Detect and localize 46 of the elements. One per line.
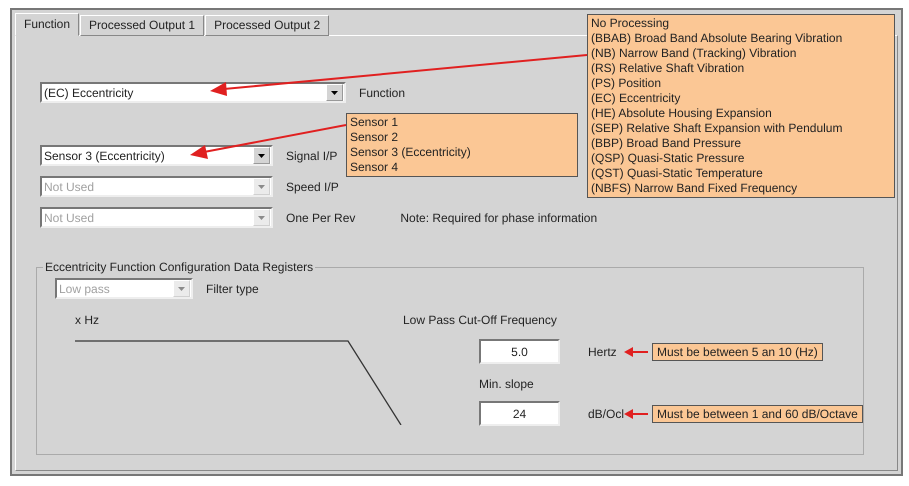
unit-label: dB/Ocl (588, 406, 624, 420)
value-input[interactable]: 24 (479, 401, 560, 426)
value-input[interactable]: 5.0 (479, 339, 560, 364)
section-label: Low Pass Cut-Off Frequency (403, 313, 558, 327)
tab[interactable]: Function (15, 13, 80, 36)
option-text: (BBP) Broad Band Pressure (591, 136, 742, 151)
callout-note: Must be between 1 and 60 dB/Octave (652, 404, 863, 422)
option-text: (HE) Absolute Housing Expansion (591, 106, 773, 121)
dropdown-caret-icon[interactable] (326, 84, 343, 101)
tab[interactable]: Processed Output 2 (205, 15, 330, 36)
dropdown-caret-icon[interactable] (253, 147, 270, 164)
tab[interactable]: Processed Output 1 (80, 15, 204, 36)
arrow-icon (624, 346, 648, 356)
field-label: Function (359, 86, 406, 100)
option-text: (PS) Position (591, 76, 662, 91)
option-text: Sensor 3 (Eccentricity) (350, 145, 472, 160)
option-text: (SEP) Relative Shaft Expansion with Pendulum (591, 121, 844, 136)
field-label: Speed I/P (286, 180, 339, 194)
option-text: (BBAB) Broad Band Absolute Bearing Vibration (591, 31, 844, 46)
callout-note: Must be between 5 an 10 (Hz) (652, 342, 823, 360)
option-text: Sensor 1 (350, 115, 400, 130)
field-label: Filter type (206, 282, 259, 296)
option-text: (NB) Narrow Band (Tracking) Vibration (591, 46, 798, 61)
option-text: (RS) Relative Shaft Vibration (591, 61, 746, 76)
arrow-icon (624, 408, 648, 418)
combo-value: (EC) Eccentricity (44, 86, 134, 100)
group-title: Eccentricity Function Configuration Data Registers (44, 260, 314, 274)
combo-value: Low pass (59, 282, 110, 296)
combo-value: Not Used (44, 210, 94, 224)
option-text: Sensor 4 (350, 160, 400, 175)
option-text: No Processing (591, 16, 670, 31)
field-label: Min. slope (479, 377, 535, 391)
option-text: (QST) Quasi-Static Temperature (591, 166, 764, 181)
input-dropdown[interactable]: Sensor 3 (Eccentricity) (40, 145, 273, 166)
field-label: One Per Rev (286, 210, 356, 224)
combo-value: Not Used (44, 180, 94, 194)
field-label: Signal I/P (286, 148, 338, 162)
function-dropdown[interactable]: (EC) Eccentricity (40, 82, 346, 103)
axis-label: x Hz (75, 313, 100, 327)
unit-label: Hertz (588, 344, 618, 358)
option-text: (EC) Eccentricity (591, 91, 682, 106)
note-text: Note: Required for phase information (400, 210, 598, 224)
combo-value: Sensor 3 (Eccentricity) (44, 148, 165, 162)
option-text: Sensor 2 (350, 130, 400, 145)
option-text: (NBFS) Narrow Band Fixed Frequency (591, 181, 798, 196)
option-text: (QSP) Quasi-Static Pressure (591, 151, 746, 166)
